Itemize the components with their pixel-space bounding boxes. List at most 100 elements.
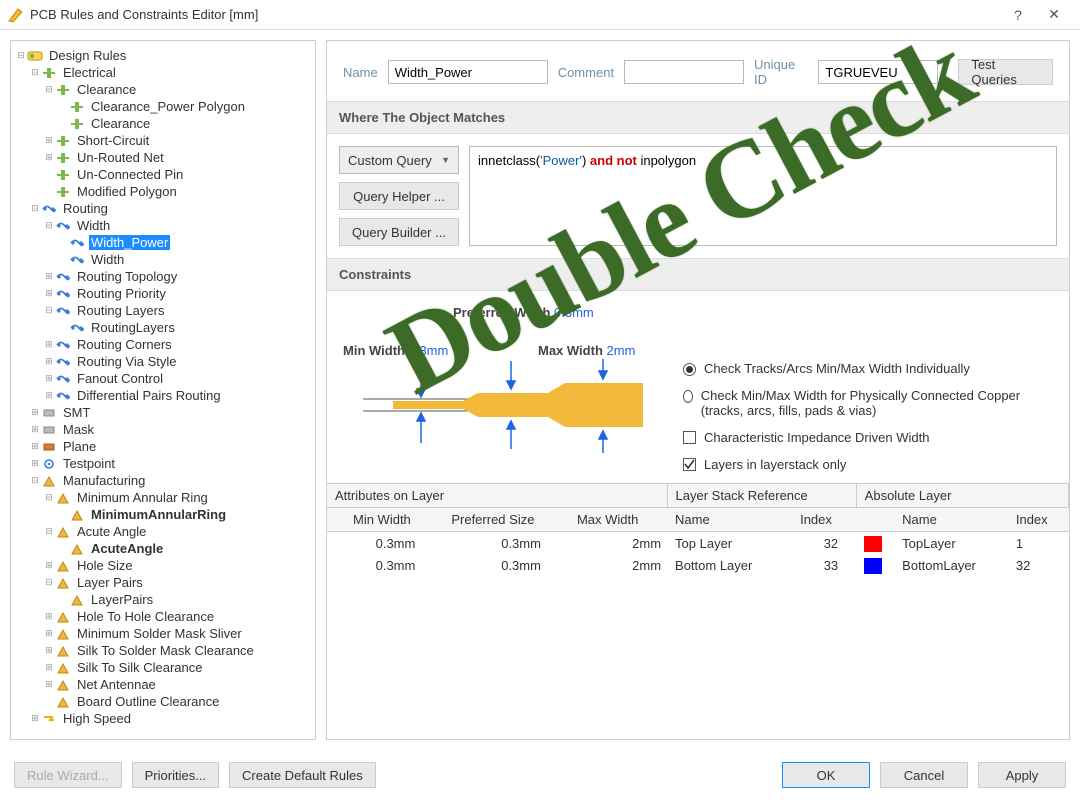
tree-label: Modified Polygon bbox=[75, 184, 179, 199]
expand-icon[interactable]: ⊞ bbox=[29, 424, 41, 435]
apply-button[interactable]: Apply bbox=[978, 762, 1066, 788]
layer-table[interactable]: Attributes on Layer Layer Stack Referenc… bbox=[327, 483, 1069, 577]
expand-icon[interactable]: ⊞ bbox=[43, 288, 55, 299]
rule-icon bbox=[55, 695, 71, 709]
tree-item[interactable]: ⊞Silk To Silk Clearance bbox=[15, 659, 315, 676]
expand-icon[interactable]: ⊞ bbox=[43, 560, 55, 571]
tree-item[interactable]: Modified Polygon bbox=[15, 183, 315, 200]
tree-item[interactable]: AcuteAngle bbox=[15, 540, 315, 557]
close-button[interactable]: ✕ bbox=[1036, 6, 1072, 23]
tree-item[interactable]: ⊞Testpoint bbox=[15, 455, 315, 472]
expand-icon[interactable]: ⊟ bbox=[43, 84, 55, 95]
expand-icon[interactable]: ⊞ bbox=[43, 339, 55, 350]
expand-icon[interactable]: ⊞ bbox=[43, 645, 55, 656]
impedance-driven-checkbox[interactable]: Characteristic Impedance Driven Width bbox=[683, 430, 1053, 445]
layerstack-only-checkbox[interactable]: Layers in layerstack only bbox=[683, 457, 1053, 472]
tree-item[interactable]: ⊟Design Rules bbox=[15, 47, 315, 64]
tree-item[interactable]: ⊟Clearance bbox=[15, 81, 315, 98]
query-input[interactable]: innetclass('Power') and not inpolygon bbox=[469, 146, 1057, 246]
tree-item[interactable]: ⊟Acute Angle bbox=[15, 523, 315, 540]
create-default-rules-button[interactable]: Create Default Rules bbox=[229, 762, 376, 788]
uid-input[interactable] bbox=[818, 60, 938, 84]
expand-icon[interactable]: ⊟ bbox=[43, 305, 55, 316]
tree-item[interactable]: Clearance bbox=[15, 115, 315, 132]
tree-item[interactable]: ⊞Routing Via Style bbox=[15, 353, 315, 370]
tree-item[interactable]: ⊞Short-Circuit bbox=[15, 132, 315, 149]
tree-item[interactable]: ⊞Minimum Solder Mask Sliver bbox=[15, 625, 315, 642]
tree-item[interactable]: ⊟Layer Pairs bbox=[15, 574, 315, 591]
tree-item[interactable]: Width bbox=[15, 251, 315, 268]
tree-item[interactable]: Width_Power bbox=[15, 234, 315, 251]
expand-icon[interactable]: ⊞ bbox=[43, 662, 55, 673]
rules-tree[interactable]: ⊟Design Rules⊟Electrical⊟ClearanceCleara… bbox=[10, 40, 316, 740]
tree-item[interactable]: RoutingLayers bbox=[15, 319, 315, 336]
tree-item[interactable]: ⊞Un-Routed Net bbox=[15, 149, 315, 166]
help-button[interactable]: ? bbox=[1000, 7, 1036, 23]
tree-item[interactable]: ⊞Net Antennae bbox=[15, 676, 315, 693]
expand-icon[interactable]: ⊞ bbox=[43, 611, 55, 622]
tree-item[interactable]: Un-Connected Pin bbox=[15, 166, 315, 183]
expand-icon[interactable]: ⊞ bbox=[43, 373, 55, 384]
rule-icon bbox=[55, 661, 71, 675]
tree-item[interactable]: ⊞Silk To Solder Mask Clearance bbox=[15, 642, 315, 659]
rule-wizard-button[interactable]: Rule Wizard... bbox=[14, 762, 122, 788]
tree-item[interactable]: ⊞Hole Size bbox=[15, 557, 315, 574]
name-input[interactable] bbox=[388, 60, 548, 84]
expand-icon[interactable]: ⊟ bbox=[29, 67, 41, 78]
query-builder-button[interactable]: Query Builder ... bbox=[339, 218, 459, 246]
expand-icon[interactable]: ⊞ bbox=[43, 679, 55, 690]
query-helper-button[interactable]: Query Helper ... bbox=[339, 182, 459, 210]
tree-item[interactable]: Board Outline Clearance bbox=[15, 693, 315, 710]
tree-item[interactable]: ⊞Routing Priority bbox=[15, 285, 315, 302]
table-row[interactable]: 0.3mm0.3mm2mmTop Layer32TopLayer1 bbox=[327, 532, 1069, 555]
tree-item[interactable]: ⊞Hole To Hole Clearance bbox=[15, 608, 315, 625]
rule-icon bbox=[55, 287, 71, 301]
expand-icon[interactable]: ⊟ bbox=[43, 577, 55, 588]
rule-icon bbox=[55, 389, 71, 403]
tree-item[interactable]: MinimumAnnularRing bbox=[15, 506, 315, 523]
cancel-button[interactable]: Cancel bbox=[880, 762, 968, 788]
rule-icon bbox=[55, 525, 71, 539]
tree-item[interactable]: ⊞SMT bbox=[15, 404, 315, 421]
tree-item[interactable]: ⊟Manufacturing bbox=[15, 472, 315, 489]
expand-icon[interactable]: ⊞ bbox=[43, 628, 55, 639]
tree-item[interactable]: ⊞Differential Pairs Routing bbox=[15, 387, 315, 404]
tree-item[interactable]: ⊞Routing Corners bbox=[15, 336, 315, 353]
radio-dot-icon bbox=[683, 390, 693, 403]
expand-icon[interactable]: ⊞ bbox=[29, 441, 41, 452]
expand-icon[interactable]: ⊟ bbox=[43, 220, 55, 231]
priorities-button[interactable]: Priorities... bbox=[132, 762, 219, 788]
tree-item[interactable]: ⊞Fanout Control bbox=[15, 370, 315, 387]
tree-item[interactable]: ⊟Minimum Annular Ring bbox=[15, 489, 315, 506]
tree-item[interactable]: ⊞Routing Topology bbox=[15, 268, 315, 285]
tree-item[interactable]: ⊟Routing Layers bbox=[15, 302, 315, 319]
scope-dropdown[interactable]: Custom Query ▼ bbox=[339, 146, 459, 174]
tree-item[interactable]: ⊟Electrical bbox=[15, 64, 315, 81]
check-connected-copper-radio[interactable]: Check Min/Max Width for Physically Conne… bbox=[683, 388, 1053, 418]
comment-input[interactable] bbox=[624, 60, 744, 84]
expand-icon[interactable]: ⊟ bbox=[29, 203, 41, 214]
expand-icon[interactable]: ⊞ bbox=[43, 152, 55, 163]
expand-icon[interactable]: ⊞ bbox=[43, 271, 55, 282]
expand-icon[interactable]: ⊟ bbox=[43, 492, 55, 503]
tree-item[interactable]: ⊞Plane bbox=[15, 438, 315, 455]
tree-item[interactable]: ⊞Mask bbox=[15, 421, 315, 438]
expand-icon[interactable]: ⊞ bbox=[29, 713, 41, 724]
tree-item[interactable]: LayerPairs bbox=[15, 591, 315, 608]
test-queries-button[interactable]: Test Queries bbox=[958, 59, 1053, 85]
ok-button[interactable]: OK bbox=[782, 762, 870, 788]
tree-item[interactable]: ⊟Routing bbox=[15, 200, 315, 217]
expand-icon[interactable]: ⊞ bbox=[29, 407, 41, 418]
expand-icon[interactable]: ⊟ bbox=[15, 50, 27, 61]
expand-icon[interactable]: ⊞ bbox=[43, 356, 55, 367]
tree-item[interactable]: Clearance_Power Polygon bbox=[15, 98, 315, 115]
tree-item[interactable]: ⊞High Speed bbox=[15, 710, 315, 727]
tree-item[interactable]: ⊟Width bbox=[15, 217, 315, 234]
expand-icon[interactable]: ⊟ bbox=[43, 526, 55, 537]
expand-icon[interactable]: ⊟ bbox=[29, 475, 41, 486]
table-row[interactable]: 0.3mm0.3mm2mmBottom Layer33BottomLayer32 bbox=[327, 555, 1069, 578]
check-individually-radio[interactable]: Check Tracks/Arcs Min/Max Width Individu… bbox=[683, 361, 1053, 376]
expand-icon[interactable]: ⊞ bbox=[43, 135, 55, 146]
expand-icon[interactable]: ⊞ bbox=[29, 458, 41, 469]
expand-icon[interactable]: ⊞ bbox=[43, 390, 55, 401]
